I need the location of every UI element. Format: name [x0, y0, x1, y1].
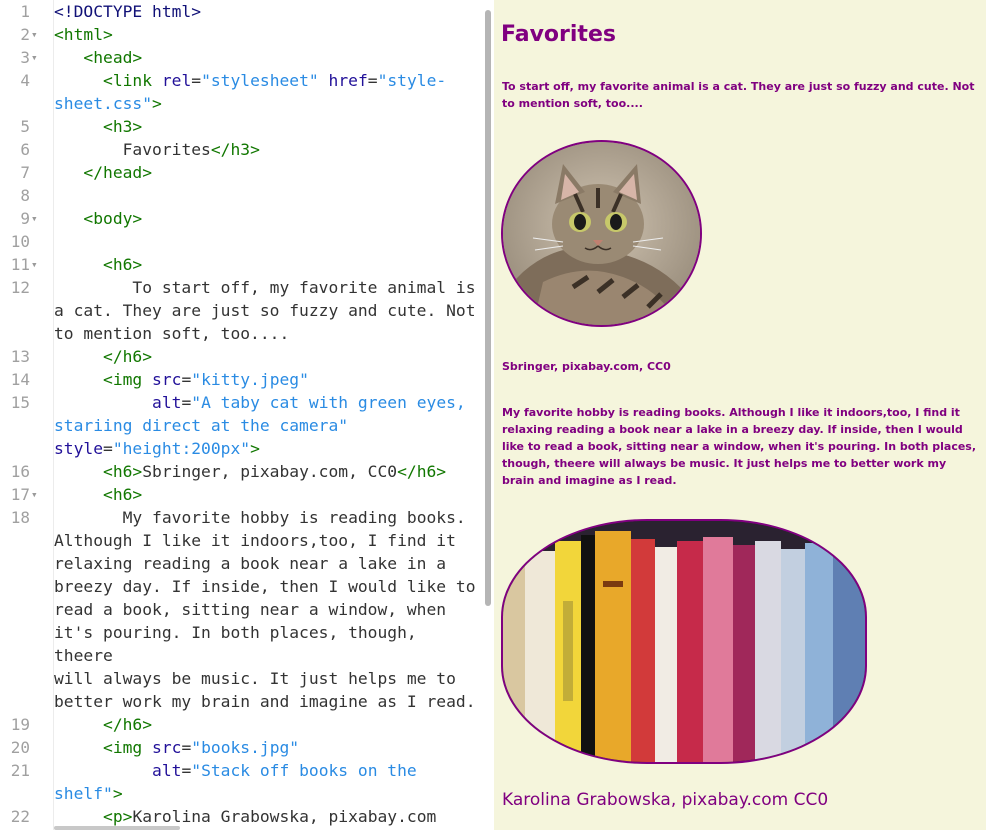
code-line[interactable]: 7 </head>	[0, 161, 480, 184]
code-text[interactable]: <h6>Sbringer, pixabay.com, CC0</h6>	[54, 460, 480, 483]
code-editor[interactable]: 1 <!DOCTYPE html> 2 ▾ <html> 3 ▾ <head> 4 <link…	[0, 0, 494, 830]
code-lines[interactable]: 1 <!DOCTYPE html> 2 ▾ <html> 3 ▾ <head> 4 <link…	[0, 0, 480, 830]
line-number: 8	[20, 186, 30, 205]
cat-illustration	[503, 142, 700, 325]
line-number: 2 ▾	[20, 23, 38, 46]
code-line[interactable]: 6 Favorites</h3>	[0, 138, 480, 161]
fold-arrow-icon[interactable]: ▾	[31, 207, 38, 230]
code-text[interactable]: My favorite hobby is reading books. Alth…	[54, 506, 480, 713]
code-line[interactable]: 11 ▾ <h6>	[0, 253, 480, 276]
line-number: 6	[20, 140, 30, 159]
code-line[interactable]: 21 alt="Stack off books on the shelf">	[0, 759, 480, 805]
fold-arrow-icon[interactable]: ▾	[31, 253, 38, 276]
preview-credit-cat: Sbringer, pixabay.com, CC0	[502, 360, 671, 373]
preview-title: Favorites	[501, 22, 616, 47]
line-number: 5	[20, 117, 30, 136]
line-number: 14	[10, 370, 30, 389]
app-window: 1 <!DOCTYPE html> 2 ▾ <html> 3 ▾ <head> 4 <link…	[0, 0, 986, 830]
code-line[interactable]: 13 </h6>	[0, 345, 480, 368]
code-text[interactable]: <body>	[54, 207, 480, 230]
code-line[interactable]: 20 <img src="books.jpg"	[0, 736, 480, 759]
code-text[interactable]: </h6>	[54, 345, 480, 368]
code-line[interactable]: 5 <h3>	[0, 115, 480, 138]
code-line[interactable]: 16 <h6>Sbringer, pixabay.com, CC0</h6>	[0, 460, 480, 483]
line-number: 1	[20, 2, 30, 21]
code-text[interactable]: </head>	[54, 161, 480, 184]
code-text[interactable]: <h6>	[54, 483, 480, 506]
line-number: 21	[10, 761, 30, 780]
line-number: 19	[10, 715, 30, 734]
code-line[interactable]: 17 ▾ <h6>	[0, 483, 480, 506]
line-number: 3 ▾	[20, 46, 38, 69]
preview-paragraph-books: My favorite hobby is reading books. Alth…	[502, 406, 977, 487]
line-number: 17 ▾	[10, 483, 38, 506]
code-line[interactable]: 3 ▾ <head>	[0, 46, 480, 69]
code-text[interactable]: <head>	[54, 46, 480, 69]
code-text[interactable]: <html>	[54, 23, 480, 46]
line-number: 12	[10, 278, 30, 297]
code-text[interactable]: <img src="books.jpg"	[54, 736, 480, 759]
code-line[interactable]: 15 alt="A taby cat with green eyes, star…	[0, 391, 480, 460]
line-number: 18	[10, 508, 30, 527]
code-text[interactable]: <h6>	[54, 253, 480, 276]
code-line[interactable]: 2 ▾ <html>	[0, 23, 480, 46]
preview-credit-books: Karolina Grabowska, pixabay.com CC0	[502, 790, 829, 810]
code-line[interactable]: 8	[0, 184, 480, 207]
code-line[interactable]: 18 My favorite hobby is reading books. A…	[0, 506, 480, 713]
preview-paragraph-cat: To start off, my favorite animal is a ca…	[502, 80, 975, 110]
fold-arrow-icon[interactable]: ▾	[31, 483, 38, 506]
code-line[interactable]: 19 </h6>	[0, 713, 480, 736]
code-text[interactable]	[54, 184, 480, 207]
line-number: 4	[20, 71, 30, 90]
code-text[interactable]: <img src="kitty.jpeg"	[54, 368, 480, 391]
fold-arrow-icon[interactable]: ▾	[31, 23, 38, 46]
books-illustration	[503, 521, 865, 762]
line-number: 22	[10, 807, 30, 826]
code-line[interactable]: 14 <img src="kitty.jpeg"	[0, 368, 480, 391]
line-number: 20	[10, 738, 30, 757]
code-text[interactable]: alt="A taby cat with green eyes, stariin…	[54, 391, 480, 460]
line-number: 7	[20, 163, 30, 182]
code-text[interactable]	[54, 230, 480, 253]
code-line[interactable]: 9 ▾ <body>	[0, 207, 480, 230]
code-text[interactable]: Favorites</h3>	[54, 138, 480, 161]
code-line[interactable]: 10	[0, 230, 480, 253]
preview-pane: Favorites To start off, my favorite anim…	[494, 0, 986, 830]
code-text[interactable]: <h3>	[54, 115, 480, 138]
books-image	[501, 519, 867, 764]
code-line[interactable]: 1 <!DOCTYPE html>	[0, 0, 480, 23]
code-line[interactable]: 12 To start off, my favorite animal is a…	[0, 276, 480, 345]
code-text[interactable]: </h6>	[54, 713, 480, 736]
code-text[interactable]: <link rel="stylesheet" href="style- shee…	[54, 69, 480, 115]
cat-image	[501, 140, 702, 327]
fold-arrow-icon[interactable]: ▾	[31, 46, 38, 69]
line-number: 10	[10, 232, 30, 251]
line-number: 16	[10, 462, 30, 481]
editor-vertical-scrollbar[interactable]	[485, 10, 491, 606]
code-text[interactable]: <!DOCTYPE html>	[54, 0, 480, 23]
line-number: 11 ▾	[10, 253, 38, 276]
line-number: 13	[10, 347, 30, 366]
code-text[interactable]: To start off, my favorite animal is a ca…	[54, 276, 480, 345]
code-text[interactable]: alt="Stack off books on the shelf">	[54, 759, 480, 805]
line-number: 15	[10, 393, 30, 412]
line-number: 9 ▾	[20, 207, 38, 230]
code-line[interactable]: 4 <link rel="stylesheet" href="style- sh…	[0, 69, 480, 115]
editor-horizontal-scrollbar[interactable]	[54, 826, 180, 830]
